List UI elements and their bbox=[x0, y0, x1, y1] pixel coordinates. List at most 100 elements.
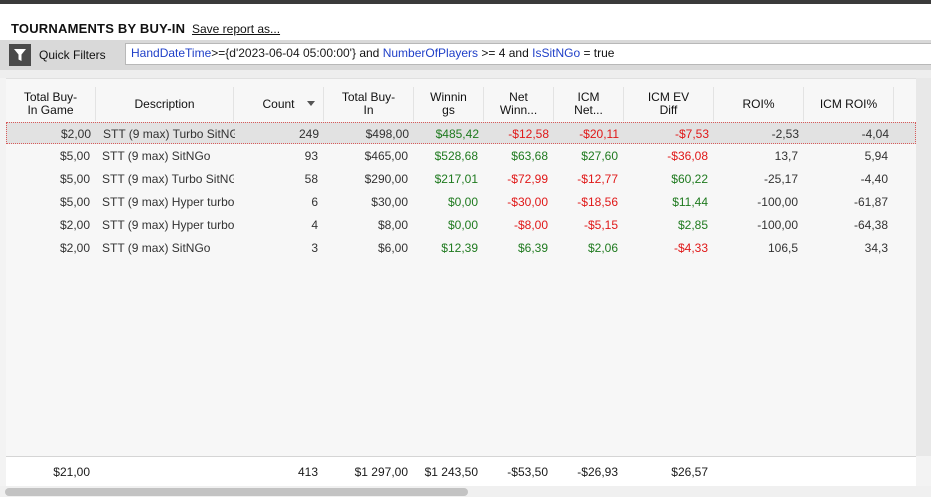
cell-count: 4 bbox=[311, 218, 318, 232]
filter-expression-input[interactable]: HandDateTime>={d'2023-06-04 05:00:00'} a… bbox=[125, 43, 931, 65]
cell-icm-net: -$20,11 bbox=[579, 127, 619, 141]
table-row[interactable]: $2,00 STT (9 max) SitNGo 3 $6,00 $12,39 $6,39… bbox=[6, 237, 916, 259]
quick-filters-label: Quick Filters bbox=[39, 48, 106, 62]
cell-roi: -25,17 bbox=[763, 172, 798, 186]
cell-count: 58 bbox=[304, 172, 318, 186]
cell-icm-ev-diff: $2,85 bbox=[677, 218, 708, 232]
column-header-total-buyin[interactable]: Total Buy- In bbox=[324, 87, 414, 121]
total-icm-ev-diff: $26,57 bbox=[671, 465, 708, 479]
cell-description: STT (9 max) SitNGo bbox=[102, 241, 211, 255]
cell-total-buyin: $6,00 bbox=[377, 241, 408, 255]
cell-winnings: $528,68 bbox=[434, 149, 478, 163]
cell-total-buyin: $498,00 bbox=[365, 127, 409, 141]
toolbar-spacer bbox=[0, 70, 931, 78]
cell-icm-ev-diff: -$4,33 bbox=[673, 241, 708, 255]
cell-icm-ev-diff: $11,44 bbox=[672, 195, 708, 209]
column-header-label: Total Buy- In Game bbox=[23, 90, 78, 117]
table-row[interactable]: $2,00 STT (9 max) Turbo SitNGo 249 $498,00 $… bbox=[6, 122, 916, 144]
cell-net-winnings: $63,68 bbox=[511, 149, 548, 163]
cell-net-winnings: -$8,00 bbox=[513, 218, 548, 232]
cell-roi: -100,00 bbox=[757, 218, 798, 232]
total-total-buyin: $1 297,00 bbox=[354, 465, 408, 479]
filter-token: >= bbox=[211, 46, 226, 60]
column-header-label: Count bbox=[262, 96, 295, 111]
column-header-icm-ev-diff[interactable]: ICM EV Diff bbox=[624, 87, 714, 121]
column-header-winnings[interactable]: Winnin gs bbox=[414, 87, 484, 121]
filter-bar: Quick Filters HandDateTime>={d'2023-06-0… bbox=[0, 40, 931, 70]
tournament-table: Total Buy- In Game Description Count Total … bbox=[6, 78, 916, 456]
column-header-description[interactable]: Description bbox=[96, 87, 234, 121]
filter-token: and bbox=[355, 46, 383, 60]
cell-icm-net: $2,06 bbox=[587, 241, 618, 255]
horizontal-scrollbar-thumb[interactable] bbox=[5, 488, 468, 496]
column-header-label: ICM ROI% bbox=[819, 96, 878, 111]
column-header-buyin-game[interactable]: Total Buy- In Game bbox=[6, 87, 96, 121]
sort-descending-icon bbox=[307, 101, 315, 106]
cell-icm-ev-diff: -$36,08 bbox=[667, 149, 708, 163]
cell-total-buyin: $8,00 bbox=[377, 218, 408, 232]
filter-token: >= 4 and bbox=[478, 46, 533, 60]
cell-icm-roi: -61,87 bbox=[853, 195, 888, 209]
report-header: TOURNAMENTS BY BUY-IN Save report as... bbox=[0, 4, 931, 40]
column-header-label: Winnin gs bbox=[430, 90, 467, 117]
table-row[interactable]: $2,00 STT (9 max) Hyper turbo 4 $8,00 $0,00 -… bbox=[6, 214, 916, 236]
cell-winnings: $485,42 bbox=[435, 127, 479, 141]
cell-count: 93 bbox=[304, 149, 318, 163]
cell-buyin-game: $2,00 bbox=[60, 127, 91, 141]
cell-icm-ev-diff: $60,22 bbox=[671, 172, 708, 186]
cell-net-winnings: $6,39 bbox=[517, 241, 548, 255]
cell-buyin-game: $5,00 bbox=[59, 172, 90, 186]
column-header-net-winnings[interactable]: Net Winn... bbox=[484, 87, 554, 121]
column-header-roi[interactable]: ROI% bbox=[714, 87, 804, 121]
cell-winnings: $12,39 bbox=[441, 241, 478, 255]
cell-icm-net: -$18,56 bbox=[577, 195, 618, 209]
cell-description: STT (9 max) Hyper turbo bbox=[102, 218, 234, 232]
cell-icm-net: -$5,15 bbox=[583, 218, 618, 232]
cell-icm-roi: -4,40 bbox=[860, 172, 888, 186]
column-header-count[interactable]: Count bbox=[234, 87, 324, 121]
report-title: TOURNAMENTS BY BUY-IN bbox=[11, 21, 186, 36]
cell-net-winnings: -$30,00 bbox=[507, 195, 548, 209]
table-row[interactable]: $5,00 STT (9 max) Hyper turbo 6 $30,00 $0,00… bbox=[6, 191, 916, 213]
cell-net-winnings: -$72,99 bbox=[507, 172, 548, 186]
cell-count: 249 bbox=[298, 127, 319, 141]
cell-icm-ev-diff: -$7,53 bbox=[674, 127, 709, 141]
quick-filters-button[interactable]: Quick Filters bbox=[9, 43, 119, 67]
cell-roi: 106,5 bbox=[767, 241, 798, 255]
cell-winnings: $217,01 bbox=[434, 172, 478, 186]
table-row[interactable]: $5,00 STT (9 max) SitNGo 93 $465,00 $528,68 $… bbox=[6, 145, 916, 167]
cell-icm-roi: 5,94 bbox=[864, 149, 888, 163]
cell-icm-net: -$12,77 bbox=[577, 172, 618, 186]
cell-roi: -100,00 bbox=[757, 195, 798, 209]
cell-winnings: $0,00 bbox=[447, 218, 478, 232]
column-header-label: ICM EV Diff bbox=[647, 90, 690, 117]
total-count: 413 bbox=[297, 465, 318, 479]
cell-buyin-game: $2,00 bbox=[59, 241, 90, 255]
column-header-label: ICM Net... bbox=[574, 90, 603, 117]
total-buyin-game: $21,00 bbox=[53, 465, 90, 479]
column-header-label: ROI% bbox=[742, 96, 775, 111]
column-header-label: Total Buy- In bbox=[341, 90, 396, 117]
column-header-icm-net[interactable]: ICM Net... bbox=[554, 87, 624, 121]
funnel-icon bbox=[9, 44, 31, 66]
column-header-label: Net Winn... bbox=[499, 90, 538, 117]
cell-count: 6 bbox=[311, 195, 318, 209]
cell-description: STT (9 max) Turbo SitNGo bbox=[103, 127, 235, 141]
column-header-icm-roi[interactable]: ICM ROI% bbox=[804, 87, 894, 121]
vertical-scrollbar[interactable] bbox=[916, 78, 931, 456]
filter-token: {d'2023-06-04 05:00:00'} bbox=[225, 46, 356, 60]
cell-icm-roi: -4,04 bbox=[861, 127, 889, 141]
cell-roi: 13,7 bbox=[774, 149, 798, 163]
cell-total-buyin: $465,00 bbox=[364, 149, 408, 163]
column-header-label: Description bbox=[134, 96, 195, 111]
filter-token: IsSitNGo bbox=[532, 46, 581, 60]
cell-icm-net: $27,60 bbox=[581, 149, 618, 163]
cell-net-winnings: -$12,58 bbox=[508, 127, 549, 141]
cell-count: 3 bbox=[311, 241, 318, 255]
table-totals-row: $21,00 413 $1 297,00 $1 243,50 -$53,50 -$26,9… bbox=[6, 456, 916, 486]
cell-description: STT (9 max) Turbo SitNGo bbox=[102, 172, 234, 186]
table-row[interactable]: $5,00 STT (9 max) Turbo SitNGo 58 $290,00 $2… bbox=[6, 168, 916, 190]
cell-buyin-game: $2,00 bbox=[59, 218, 90, 232]
save-report-link[interactable]: Save report as... bbox=[192, 22, 280, 36]
cell-description: STT (9 max) SitNGo bbox=[102, 149, 211, 163]
